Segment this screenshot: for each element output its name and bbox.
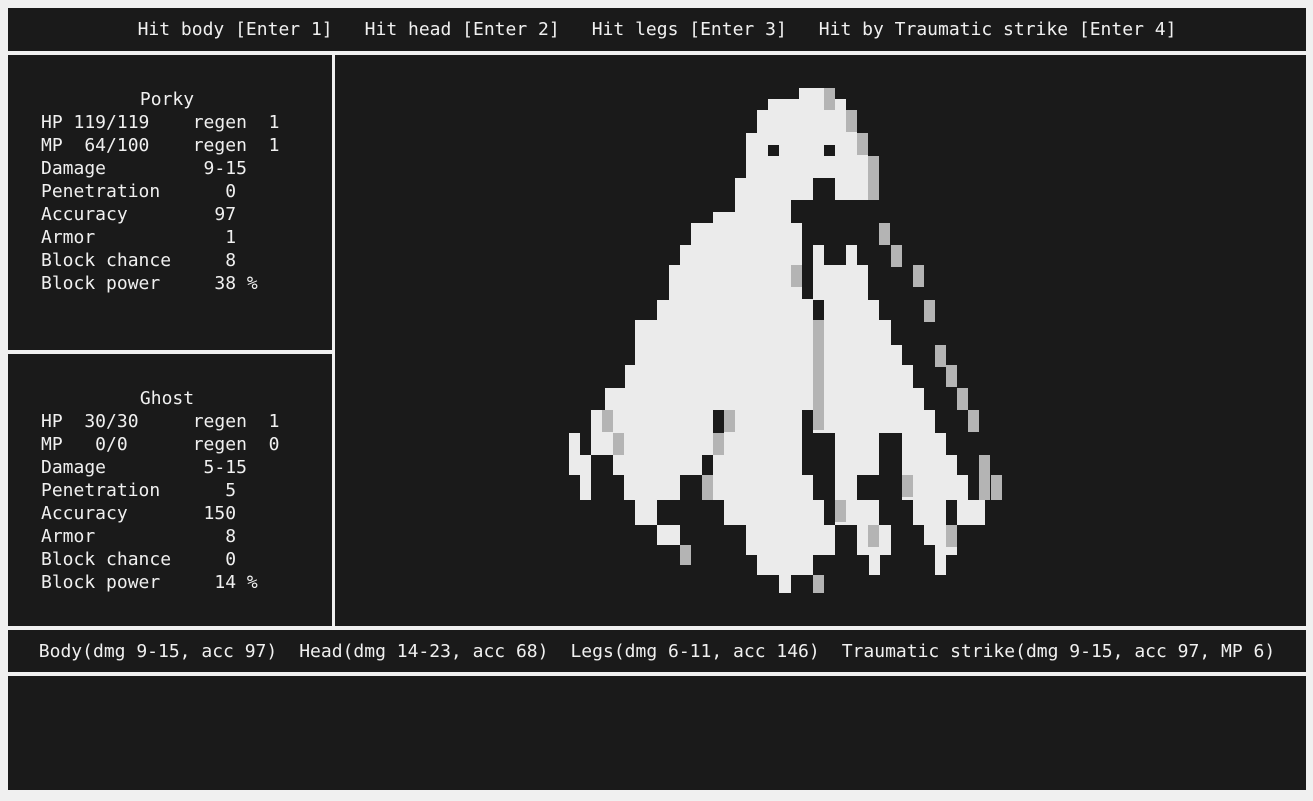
battle-log-panel [8,676,1306,790]
head-attack-info: Head(dmg 14-23, acc 68) [299,640,549,662]
enemy-armor-row: Armor 8 [41,526,237,547]
player-name: Porky [139,89,195,110]
enemy-name: Ghost [139,388,195,409]
enemy-damage-row: Damage 5-15 [41,457,247,478]
player-stats-panel: Porky HP 119/119 regen 1 MP 64/100 regen… [8,55,332,350]
hit-body-action[interactable]: Hit body [Enter 1] [138,19,333,40]
ghost-sprite-icon [569,88,1002,593]
player-armor-row: Armor 1 [41,227,237,248]
enemy-block-chance-row: Block chance 0 [41,549,237,570]
player-block-chance-row: Block chance 8 [41,250,237,271]
enemy-accuracy-row: Accuracy 150 [41,503,237,524]
legs-attack-info: Legs(dmg 6-11, acc 146) [570,640,820,662]
enemy-stats-panel: Ghost HP 30/30 regen 1 MP 0/0 regen 0 Da… [8,354,332,626]
enemy-mp-row: MP 0/0 regen 0 [41,434,280,455]
player-hp-row: HP 119/119 regen 1 [41,112,280,133]
player-block-power-row: Block power 38 % [41,273,258,294]
enemy-block-power-row: Block power 14 % [41,572,258,593]
player-damage-row: Damage 9-15 [41,158,247,179]
traumatic-strike-info: Traumatic strike(dmg 9-15, acc 97, MP 6) [841,640,1276,662]
player-penetration-row: Penetration 0 [41,181,237,202]
enemy-hp-row: HP 30/30 regen 1 [41,411,280,432]
enemy-penetration-row: Penetration 5 [41,480,237,501]
action-menu: Hit body [Enter 1] Hit head [Enter 2] Hi… [8,8,1306,51]
hit-legs-action[interactable]: Hit legs [Enter 3] [592,19,787,40]
hit-head-action[interactable]: Hit head [Enter 2] [365,19,560,40]
player-mp-row: MP 64/100 regen 1 [41,135,280,156]
player-accuracy-row: Accuracy 97 [41,204,237,225]
traumatic-strike-action[interactable]: Hit by Traumatic strike [Enter 4] [819,19,1177,40]
attack-stats-bar: Body(dmg 9-15, acc 97) Head(dmg 14-23, a… [8,630,1306,672]
body-attack-info: Body(dmg 9-15, acc 97) [38,640,278,662]
enemy-portrait [335,55,1306,626]
